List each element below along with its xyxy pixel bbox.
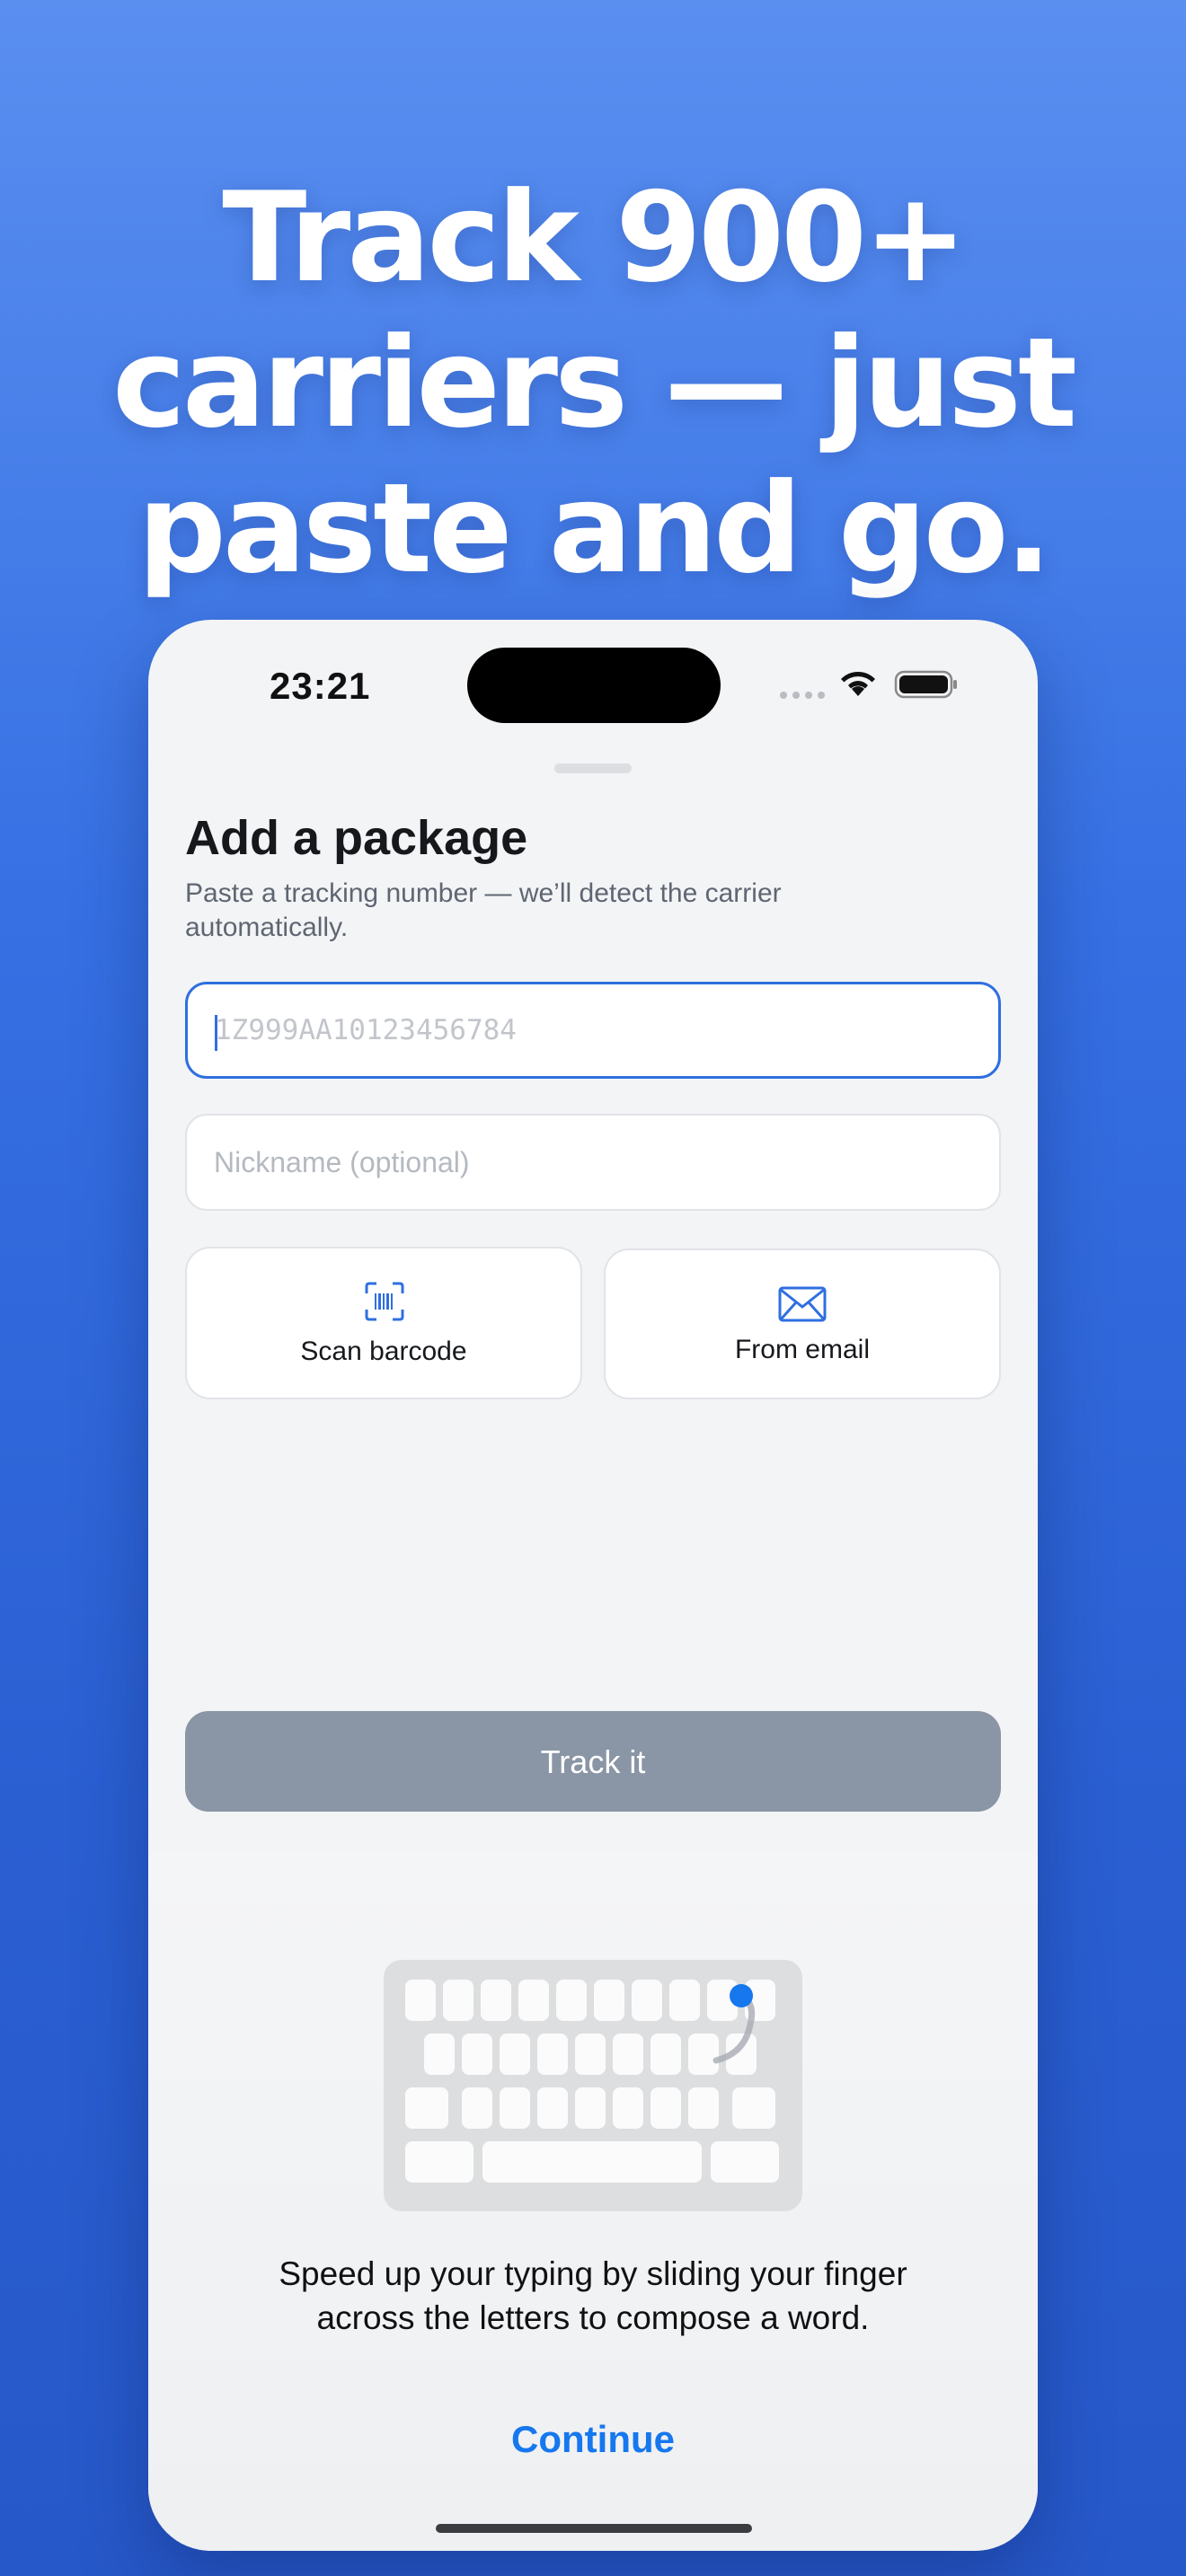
slide-typing-keyboard-icon — [384, 1960, 802, 2211]
scan-barcode-label: Scan barcode — [300, 1337, 467, 1366]
nickname-field[interactable] — [185, 1114, 1001, 1211]
headline-line-3: paste and go. — [137, 456, 1052, 602]
nickname-input[interactable] — [214, 1116, 969, 1209]
scan-barcode-button[interactable]: Scan barcode — [185, 1247, 582, 1399]
envelope-icon — [778, 1286, 827, 1322]
dynamic-island — [467, 648, 721, 723]
keyboard-tip-message: Speed up your typing by sliding your fin… — [279, 2255, 907, 2336]
tracking-number-field[interactable] — [185, 982, 1001, 1079]
sheet-grabber[interactable] — [554, 763, 632, 773]
battery-icon — [894, 670, 957, 699]
from-email-label: From email — [734, 1335, 870, 1364]
wifi-icon — [841, 672, 875, 696]
sheet-subtitle: Paste a tracking number — we’ll detect t… — [185, 878, 782, 942]
status-time: 23:21 — [270, 665, 371, 707]
headline-line-1: Track 900+ — [222, 165, 967, 311]
continue-button[interactable]: Continue — [458, 2418, 728, 2461]
track-it-button[interactable]: Track it — [185, 1711, 1001, 1812]
phone-screen: 23:21 Add a package Paste a tracking num… — [148, 620, 1038, 2551]
barcode-scan-icon — [365, 1282, 404, 1321]
from-email-button[interactable]: From email — [604, 1248, 1001, 1399]
keyboard-tip-panel: Speed up your typing by sliding your fin… — [148, 1852, 1038, 2551]
tracking-number-input[interactable] — [215, 984, 969, 1076]
home-indicator[interactable] — [436, 2524, 752, 2533]
headline: Track 900+ carriers — just paste and go. — [0, 165, 1186, 602]
sheet-title: Add a package — [185, 811, 528, 865]
headline-line-2: carriers — just — [112, 311, 1077, 456]
cellular-signal-icon — [780, 692, 825, 699]
